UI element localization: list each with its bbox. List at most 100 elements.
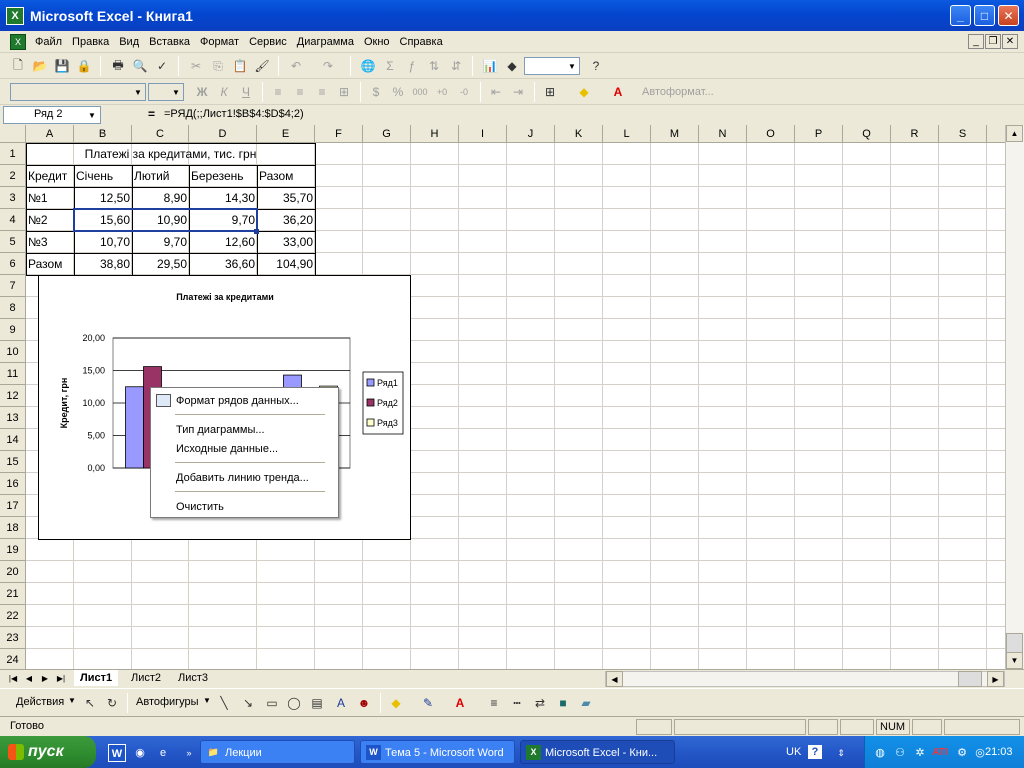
menu-tools[interactable]: Сервис (244, 36, 292, 48)
menu-item-source-data[interactable]: Исходные данные... (151, 439, 338, 459)
column-header-f[interactable]: F (315, 125, 363, 143)
increase-decimal-icon[interactable]: +0 (432, 83, 452, 101)
bar[interactable] (125, 386, 144, 469)
autoformat-label[interactable]: Автоформат... (642, 86, 714, 98)
prev-sheet-icon[interactable]: ◀ (22, 671, 36, 686)
y-tick-label[interactable]: 0,00 (87, 463, 105, 473)
currency-icon[interactable]: $ (366, 83, 386, 101)
row-header[interactable]: 6 (0, 253, 26, 275)
actions-menu[interactable]: Действия (16, 696, 64, 708)
select-pointer-icon[interactable]: ↖ (80, 694, 100, 712)
scroll-right-icon[interactable]: ▶ (987, 671, 1004, 687)
fill-handle[interactable] (254, 229, 259, 234)
table-cell[interactable]: Разом (26, 253, 74, 275)
name-box[interactable]: Ряд 2 ▼ (3, 106, 101, 124)
menu-window[interactable]: Окно (359, 36, 395, 48)
italic-icon[interactable]: К (214, 83, 234, 101)
table-cell[interactable]: №2 (26, 209, 74, 231)
row-header[interactable]: 10 (0, 341, 26, 363)
fill-color-icon[interactable]: ◆ (386, 694, 406, 712)
table-cell[interactable]: 12,50 (74, 187, 132, 209)
y-tick-label[interactable]: 20,00 (82, 333, 105, 343)
y-tick-label[interactable]: 5,00 (87, 431, 105, 441)
row-header[interactable]: 22 (0, 605, 26, 627)
thousands-icon[interactable]: 000 (410, 83, 430, 101)
scroll-left-icon[interactable]: ◀ (606, 671, 623, 687)
textbox-icon[interactable]: ▤ (307, 694, 327, 712)
column-header-d[interactable]: D (189, 125, 257, 143)
cut-icon[interactable]: ✂ (186, 57, 206, 75)
column-header-l[interactable]: L (603, 125, 651, 143)
table-cell[interactable]: №3 (26, 231, 74, 253)
chevron-down-icon[interactable]: ▼ (68, 696, 76, 705)
percent-icon[interactable]: % (388, 83, 408, 101)
line-style-icon[interactable]: ≡ (484, 694, 504, 712)
tray-network-icon[interactable]: ⚇ (891, 744, 909, 762)
table-cell[interactable]: 33,00 (257, 231, 315, 253)
doc-restore-button[interactable]: ❐ (985, 34, 1001, 49)
table-cell[interactable]: 14,30 (189, 187, 257, 209)
tray-tools-icon[interactable]: ✲ (911, 744, 929, 762)
sort-ascending-icon[interactable]: ⇅ (424, 57, 444, 75)
last-sheet-icon[interactable]: ▶| (54, 671, 68, 686)
menu-file[interactable]: Файл (30, 36, 67, 48)
row-header[interactable]: 12 (0, 385, 26, 407)
scroll-down-icon[interactable]: ▼ (1006, 652, 1023, 669)
column-header-b[interactable]: B (74, 125, 132, 143)
row-header[interactable]: 7 (0, 275, 26, 297)
zoom-select[interactable]: ▼ (524, 57, 580, 75)
row-header[interactable]: 4 (0, 209, 26, 231)
column-header-e[interactable]: E (257, 125, 315, 143)
undo-icon[interactable]: ↶ (286, 57, 306, 75)
table-cell[interactable]: 35,70 (257, 187, 315, 209)
font-color-icon[interactable]: A (450, 694, 470, 712)
line-icon[interactable]: ╲ (214, 694, 234, 712)
wordart-icon[interactable]: A (331, 694, 351, 712)
legend-swatch[interactable] (366, 418, 375, 427)
format-painter-icon[interactable]: 🖌 (252, 57, 272, 75)
help-icon[interactable]: ? (808, 745, 822, 759)
first-sheet-icon[interactable]: |◀ (6, 671, 20, 686)
font-select[interactable]: ▼ (10, 83, 146, 101)
horizontal-scrollbar[interactable]: ◀ ▶ (605, 671, 1005, 687)
menu-view[interactable]: Вид (114, 36, 144, 48)
legend-entry[interactable]: Ряд2 (377, 398, 398, 408)
maximize-button[interactable]: □ (974, 5, 995, 26)
word-quicklaunch-icon[interactable]: W (108, 744, 126, 762)
sort-descending-icon[interactable]: ⇵ (446, 57, 466, 75)
column-header-n[interactable]: N (699, 125, 747, 143)
menu-item-chart-type[interactable]: Тип диаграммы... (151, 420, 338, 440)
close-button[interactable]: ✕ (998, 5, 1019, 26)
row-header[interactable]: 5 (0, 231, 26, 253)
table-cell[interactable]: 36,20 (257, 209, 315, 231)
legend-swatch[interactable] (366, 398, 375, 407)
row-header[interactable]: 14 (0, 429, 26, 451)
row-header[interactable]: 1 (0, 143, 26, 165)
save-icon[interactable]: 💾 (52, 57, 72, 75)
redo-icon[interactable]: ↷ (318, 57, 338, 75)
table-cell[interactable]: 8,90 (132, 187, 189, 209)
chevron-down-icon[interactable]: ▼ (203, 696, 211, 705)
arrow-style-icon[interactable]: ⇄ (530, 694, 550, 712)
y-tick-label[interactable]: 10,00 (82, 398, 105, 408)
language-indicator[interactable]: UK (786, 746, 801, 758)
autoshapes-menu[interactable]: Автофигуры (136, 696, 199, 708)
y-axis-label[interactable]: Кредит, грн (59, 378, 69, 429)
vertical-scrollbar[interactable]: ▲ ▼ (1005, 125, 1024, 669)
spelling-icon[interactable]: ✓ (152, 57, 172, 75)
column-header-g[interactable]: G (363, 125, 411, 143)
task-folder-lectures[interactable]: 📁 Лекции (200, 740, 355, 764)
table-cell[interactable]: 104,90 (257, 253, 315, 275)
doc-close-button[interactable]: ✕ (1002, 34, 1018, 49)
table-cell[interactable]: 10,70 (74, 231, 132, 253)
rectangle-icon[interactable]: ▭ (262, 694, 282, 712)
merge-center-icon[interactable]: ⊞ (334, 83, 354, 101)
menu-chart[interactable]: Диаграмма (292, 36, 359, 48)
column-header-p[interactable]: P (795, 125, 843, 143)
paste-icon[interactable]: 📋 (230, 57, 250, 75)
scroll-thumb[interactable] (1006, 633, 1023, 653)
row-header[interactable]: 19 (0, 539, 26, 561)
dash-style-icon[interactable]: ┅ (507, 694, 527, 712)
row-header[interactable]: 24 (0, 649, 26, 669)
line-color-icon[interactable]: ✎ (418, 694, 438, 712)
